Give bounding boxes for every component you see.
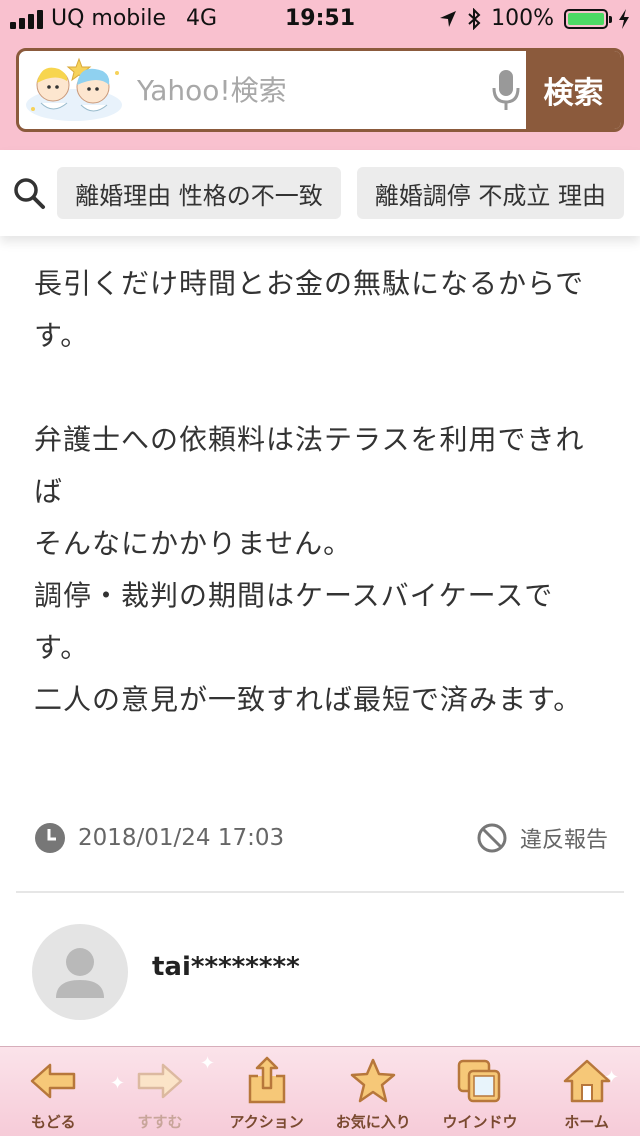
sparkle-decoration: ✦	[200, 1053, 216, 1074]
answer-body: 長引くだけ時間とお金の無駄になるからで す。 弁護士への依頼料は法テラスを利用で…	[34, 258, 614, 726]
search-icon	[0, 176, 57, 210]
answer-timestamp: 2018/01/24 17:03	[78, 825, 285, 851]
answer-paragraph: 弁護士への依頼料は法テラスを利用できれ ば そんなにかかりません。 調停・裁判の…	[34, 423, 585, 716]
back-button[interactable]: もどる	[5, 1053, 101, 1132]
clock-icon	[35, 823, 65, 853]
default-avatar-icon	[56, 948, 104, 998]
search-input[interactable]	[129, 51, 486, 129]
answer-paragraph: 長引くだけ時間とお金の無駄になるからで す。	[34, 267, 585, 352]
divider	[16, 891, 624, 893]
twin-stars-logo-image	[26, 57, 122, 121]
next-answer-user[interactable]: tai********	[32, 924, 300, 1020]
share-icon	[248, 1056, 285, 1104]
favorites-button[interactable]: お気に入り	[325, 1053, 421, 1132]
window-button[interactable]: ウインドウ	[432, 1053, 528, 1132]
action-label: アクション	[229, 1113, 304, 1131]
forward-label: すすむ	[137, 1113, 183, 1131]
avatar	[32, 924, 128, 1020]
battery-icon	[564, 8, 612, 29]
back-label: もどる	[30, 1113, 76, 1131]
arrow-right-icon	[137, 1063, 183, 1099]
report-violation-label: 違反報告	[519, 828, 608, 853]
status-indicators: 100%	[439, 6, 630, 31]
charging-icon	[619, 8, 629, 29]
battery-percent: 100%	[491, 6, 554, 31]
report-violation-button[interactable]: 違反報告	[476, 822, 608, 854]
arrow-left-icon	[31, 1063, 76, 1099]
related-searches: 離婚理由 性格の不一致 離婚調停 不成立 理由	[0, 150, 640, 236]
home-label: ホーム	[564, 1113, 609, 1131]
prohibited-icon	[477, 823, 507, 853]
answer-meta: 2018/01/24 17:03 違反報告	[34, 818, 608, 858]
related-search-chip[interactable]: 離婚理由 性格の不一致	[57, 167, 341, 219]
username[interactable]: tai********	[152, 952, 300, 982]
search-box: 検索	[16, 48, 624, 132]
related-search-chip[interactable]: 離婚調停 不成立 理由	[356, 167, 624, 219]
star-icon	[351, 1058, 396, 1103]
search-header: 検索	[0, 40, 640, 150]
mic-button[interactable]	[486, 51, 526, 129]
browser-toolbar: ✦ ✦ ✦ もどる すすむ アクション お気に入り ウインドウ ホーム	[0, 1046, 640, 1136]
microphone-icon	[492, 70, 520, 110]
favorites-label: お気に入り	[335, 1113, 411, 1131]
forward-button[interactable]: すすむ	[112, 1053, 208, 1132]
search-button[interactable]: 検索	[525, 51, 621, 129]
windows-icon	[457, 1059, 501, 1103]
twin-stars-logo[interactable]	[19, 51, 129, 129]
home-button[interactable]: ホーム	[539, 1053, 635, 1132]
action-button[interactable]: アクション	[219, 1053, 315, 1132]
bluetooth-icon	[468, 7, 481, 30]
sparkle-decoration: ✦	[110, 1073, 126, 1094]
location-icon	[440, 10, 457, 27]
window-label: ウインドウ	[442, 1113, 518, 1131]
status-bar: UQ mobile 4G 19:51 100%	[0, 0, 640, 40]
sparkle-decoration: ✦	[604, 1067, 620, 1088]
